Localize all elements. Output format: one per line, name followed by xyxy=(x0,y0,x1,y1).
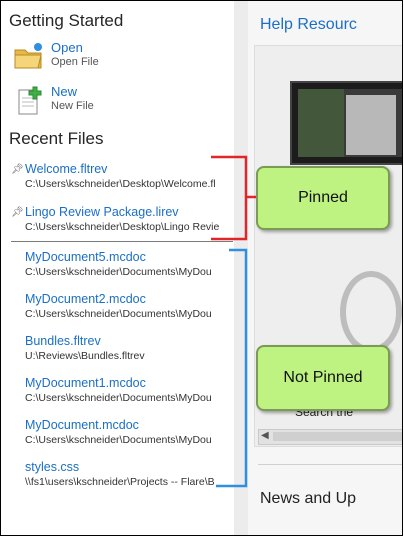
help-resources-panel: Help Resourc Search the ◀ News and Up xyxy=(248,1,402,535)
recent-file-name: MyDocument1.mcdoc xyxy=(25,376,146,390)
recent-file-name: MyDocument5.mcdoc xyxy=(25,250,146,264)
scrollbar-thumb[interactable] xyxy=(273,432,402,441)
open-label: Open xyxy=(51,40,83,55)
recent-files-title: Recent Files xyxy=(9,129,104,148)
folder-open-icon xyxy=(14,43,42,69)
open-file-action[interactable]: Open Open File xyxy=(13,41,99,73)
recent-file-item[interactable]: MyDocument2.mcdoc C:\Users\kschneider\Do… xyxy=(11,291,234,321)
recent-file-name: MyDocument.mcdoc xyxy=(25,418,139,432)
getting-started-title: Getting Started xyxy=(9,11,124,30)
not-pinned-callout: Not Pinned xyxy=(256,345,390,411)
recent-file-item[interactable]: Bundles.fltrev U:\Reviews\Bundles.fltrev xyxy=(11,333,234,363)
scroll-left-icon[interactable]: ◀ xyxy=(261,430,269,441)
news-title: News and Up xyxy=(260,490,357,507)
recent-file-name: Bundles.fltrev xyxy=(25,334,101,348)
recent-file-path: C:\Users\kschneider\Documents\MyDou xyxy=(25,266,212,278)
section-divider xyxy=(258,464,402,465)
recent-file-item[interactable]: MyDocument5.mcdoc C:\Users\kschneider\Do… xyxy=(11,249,234,279)
recent-file-path: U:\Reviews\Bundles.fltrev xyxy=(25,350,145,362)
start-page-left-panel: Getting Started Open Open File New New F… xyxy=(1,1,234,535)
recent-file-path: C:\Users\kschneider\Documents\MyDou xyxy=(25,434,212,446)
magnifier-icon xyxy=(340,271,402,353)
new-document-icon xyxy=(18,86,42,115)
recent-file-item[interactable]: 📌︎ Lingo Review Package.lirev C:\Users\k… xyxy=(11,204,234,234)
recent-file-item[interactable]: 📌︎ Welcome.fltrev C:\Users\kschneider\De… xyxy=(11,161,234,191)
laptop-screenshot-image[interactable] xyxy=(290,81,402,165)
recent-file-item[interactable]: MyDocument1.mcdoc C:\Users\kschneider\Do… xyxy=(11,375,234,405)
recent-file-name: Lingo Review Package.lirev xyxy=(25,205,179,219)
recent-file-path: C:\Users\kschneider\Documents\MyDou xyxy=(25,392,212,404)
recent-file-item[interactable]: MyDocument.mcdoc C:\Users\kschneider\Doc… xyxy=(11,417,234,447)
new-sublabel: New File xyxy=(51,100,94,112)
open-sublabel: Open File xyxy=(51,56,99,68)
recent-file-name: Welcome.fltrev xyxy=(25,162,108,176)
pin-icon[interactable]: 📌︎ xyxy=(11,207,24,218)
recent-file-item[interactable]: styles.css \\fs1\users\kschneider\Projec… xyxy=(11,459,234,489)
recent-file-path: C:\Users\kschneider\Desktop\Welcome.fl xyxy=(25,178,216,190)
pinned-callout: Pinned xyxy=(256,166,390,230)
recent-file-path: C:\Users\kschneider\Documents\MyDou xyxy=(25,308,212,320)
recent-file-name: styles.css xyxy=(25,460,80,474)
help-resources-title[interactable]: Help Resourc xyxy=(260,16,357,34)
recent-file-path: C:\Users\kschneider\Desktop\Lingo Revie xyxy=(25,221,220,233)
recent-file-name: MyDocument2.mcdoc xyxy=(25,292,146,306)
horizontal-scrollbar[interactable]: ◀ xyxy=(258,429,402,445)
recent-file-path: \\fs1\users\kschneider\Projects -- Flare… xyxy=(25,476,215,488)
pinned-divider xyxy=(11,241,233,242)
panel-splitter[interactable] xyxy=(234,1,248,535)
new-file-action[interactable]: New New File xyxy=(13,85,94,117)
pin-icon[interactable]: 📌︎ xyxy=(11,164,24,175)
new-label: New xyxy=(51,84,78,99)
